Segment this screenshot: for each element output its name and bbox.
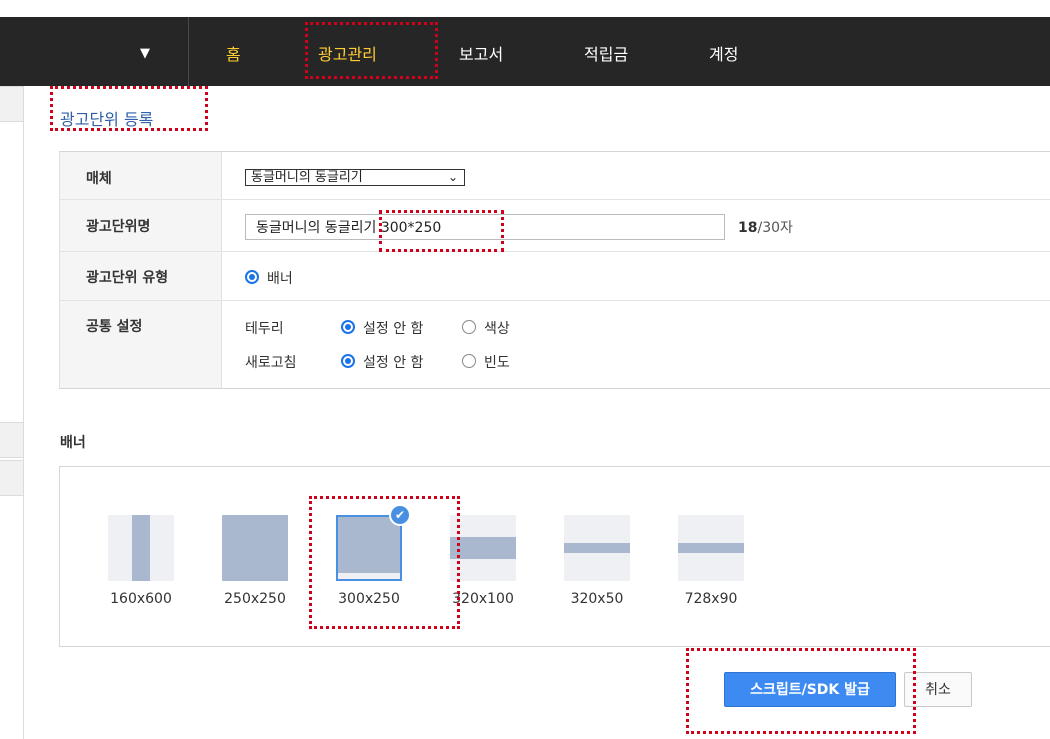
media-label: 매체 bbox=[86, 171, 112, 187]
unit-name-input[interactable] bbox=[245, 214, 725, 240]
chevron-down-icon: ⌄ bbox=[447, 170, 458, 184]
banner-size-label: 250x250 bbox=[224, 591, 286, 607]
media-select[interactable]: 동글머니의 동글리기 ⌄ bbox=[245, 169, 465, 186]
common-settings-label: 공통 설정 bbox=[86, 319, 143, 335]
char-count: 18 bbox=[738, 220, 758, 236]
thumb-shape bbox=[678, 543, 744, 553]
refresh-frequency-label: 빈도 bbox=[484, 355, 510, 371]
unit-name-label: 광고단위명 bbox=[86, 219, 151, 235]
sidebar-band[interactable] bbox=[0, 422, 23, 458]
banner-thumb-160x600[interactable] bbox=[108, 515, 174, 581]
media-select-value: 동글머니의 동글리기 bbox=[251, 170, 363, 185]
refresh-frequency-radio[interactable] bbox=[462, 354, 476, 368]
nav-item-ad-management[interactable]: 광고관리 bbox=[318, 41, 377, 65]
left-sidebar-rail bbox=[0, 86, 24, 739]
thumb-shape bbox=[564, 543, 630, 553]
border-none-label: 설정 안 함 bbox=[363, 321, 424, 337]
refresh-label: 새로고침 bbox=[245, 355, 297, 371]
banner-thumb-320x50[interactable] bbox=[564, 515, 630, 581]
banner-size-panel bbox=[59, 466, 1050, 647]
banner-size-label: 728x90 bbox=[684, 591, 738, 607]
unit-type-banner-label: 배너 bbox=[267, 271, 293, 287]
banner-size-label: 320x100 bbox=[452, 591, 514, 607]
border-none-radio[interactable] bbox=[341, 320, 355, 334]
dropdown-arrow-icon[interactable]: ▼ bbox=[140, 46, 150, 61]
banner-section-label: 배너 bbox=[60, 435, 86, 451]
thumb-shape bbox=[338, 517, 400, 573]
row-divider bbox=[59, 251, 1050, 252]
row-divider bbox=[59, 300, 1050, 301]
thumb-shape bbox=[132, 515, 150, 581]
row-divider bbox=[59, 199, 1050, 200]
check-icon: ✔ bbox=[389, 504, 411, 526]
refresh-none-label: 설정 안 함 bbox=[363, 355, 424, 371]
banner-thumb-250x250[interactable] bbox=[222, 515, 288, 581]
top-strip bbox=[0, 0, 1050, 17]
top-nav-bar: ▼ 홈 광고관리 보고서 적립금 계정 bbox=[0, 17, 1050, 86]
banner-size-label: 160x600 bbox=[110, 591, 172, 607]
nav-item-account[interactable]: 계정 bbox=[709, 41, 738, 65]
unit-type-banner-radio[interactable] bbox=[245, 270, 259, 284]
issue-script-sdk-button[interactable]: 스크립트/SDK 발급 bbox=[724, 672, 896, 707]
nav-item-reports[interactable]: 보고서 bbox=[459, 41, 503, 65]
border-color-radio[interactable] bbox=[462, 320, 476, 334]
unit-type-label: 광고단위 유형 bbox=[86, 270, 169, 286]
refresh-none-radio[interactable] bbox=[341, 354, 355, 368]
banner-thumb-320x100[interactable] bbox=[450, 515, 516, 581]
cancel-button[interactable]: 취소 bbox=[904, 672, 972, 707]
nav-separator bbox=[188, 17, 189, 86]
border-color-label: 색상 bbox=[484, 321, 510, 337]
char-max: /30자 bbox=[757, 220, 793, 236]
banner-size-label: 320x50 bbox=[570, 591, 624, 607]
nav-item-points[interactable]: 적립금 bbox=[584, 41, 628, 65]
thumb-shape bbox=[450, 537, 516, 559]
thumb-shape bbox=[222, 515, 288, 581]
banner-thumb-728x90[interactable] bbox=[678, 515, 744, 581]
sidebar-band[interactable] bbox=[0, 460, 23, 496]
border-label: 테두리 bbox=[245, 321, 284, 337]
registration-form: 매체 광고단위명 광고단위 유형 공통 설정 bbox=[59, 151, 1050, 389]
char-counter: 18/30자 bbox=[738, 217, 793, 237]
sidebar-band[interactable] bbox=[0, 86, 23, 122]
banner-size-label: 300x250 bbox=[338, 591, 400, 607]
banner-thumb-300x250[interactable] bbox=[336, 515, 402, 581]
nav-item-home[interactable]: 홈 bbox=[226, 41, 241, 65]
page-title: 광고단위 등록 bbox=[60, 110, 154, 129]
